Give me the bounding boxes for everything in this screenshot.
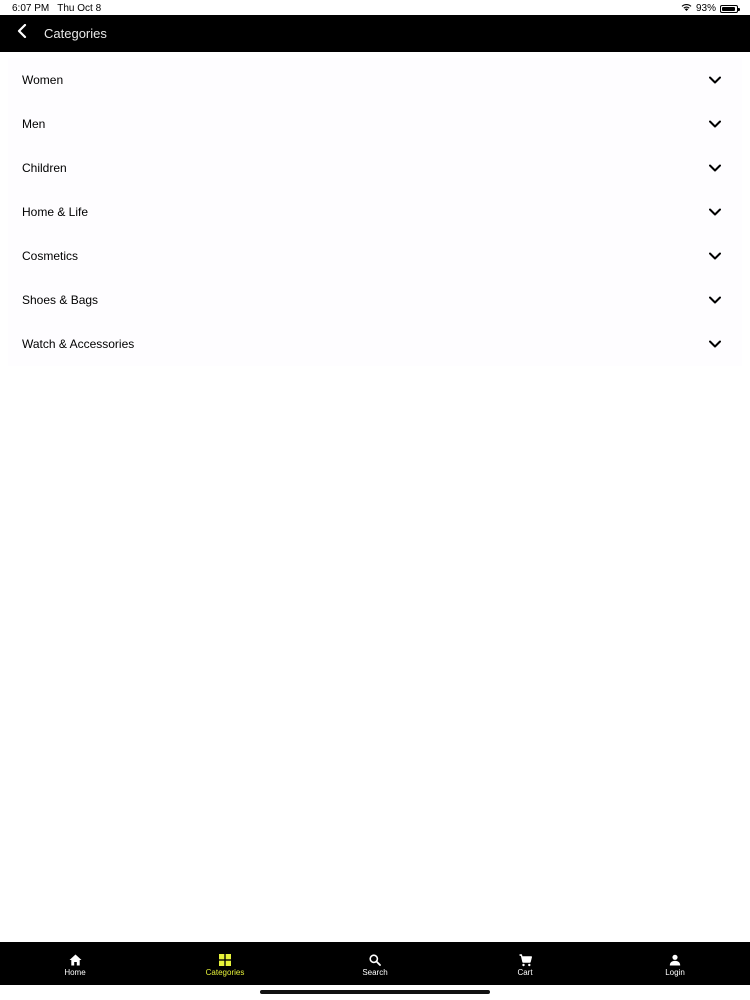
chevron-down-icon	[708, 337, 722, 351]
tab-label: Login	[665, 968, 685, 977]
chevron-down-icon	[708, 293, 722, 307]
tab-label: Home	[64, 968, 86, 977]
tab-label: Categories	[205, 968, 245, 977]
chevron-down-icon	[708, 117, 722, 131]
status-bar: 6:07 PM Thu Oct 8 93%	[0, 0, 750, 16]
wifi-icon	[681, 3, 692, 14]
chevron-down-icon	[708, 73, 722, 87]
category-item-shoes-bags[interactable]: Shoes & Bags	[8, 278, 742, 322]
tab-login[interactable]: Login	[600, 942, 750, 985]
grid-icon	[218, 953, 232, 967]
tab-label: Search	[362, 968, 388, 977]
home-icon	[68, 953, 82, 967]
user-icon	[668, 953, 682, 967]
category-item-men[interactable]: Men	[8, 102, 742, 146]
tab-categories[interactable]: Categories	[150, 942, 300, 985]
category-label: Children	[22, 161, 67, 175]
chevron-down-icon	[708, 161, 722, 175]
category-label: Cosmetics	[22, 249, 79, 263]
back-button[interactable]	[0, 15, 44, 52]
cart-icon	[518, 953, 532, 967]
tab-search[interactable]: Search	[300, 942, 450, 985]
tab-home[interactable]: Home	[0, 942, 150, 985]
chevron-down-icon	[708, 249, 722, 263]
battery-percent: 93%	[695, 3, 716, 14]
battery-icon	[720, 4, 740, 13]
category-label: Men	[22, 117, 46, 131]
category-label: Watch & Accessories	[22, 337, 135, 351]
tab-label: Cart	[517, 968, 533, 977]
category-label: Home & Life	[22, 205, 89, 219]
nav-header: Categories	[0, 15, 750, 52]
tab-cart[interactable]: Cart	[450, 942, 600, 985]
category-label: Women	[22, 73, 64, 87]
chevron-left-icon	[17, 23, 27, 43]
search-icon	[368, 953, 382, 967]
category-item-children[interactable]: Children	[8, 146, 742, 190]
chevron-down-icon	[708, 205, 722, 219]
status-time: 6:07 PM	[12, 3, 50, 14]
page-title: Categories	[44, 26, 107, 41]
category-item-cosmetics[interactable]: Cosmetics	[8, 234, 742, 278]
category-item-home-life[interactable]: Home & Life	[8, 190, 742, 234]
category-label: Shoes & Bags	[22, 293, 99, 307]
bottom-tab-bar: Home Categories Search Cart Login	[0, 942, 750, 985]
home-indicator[interactable]	[260, 990, 490, 994]
status-date: Thu Oct 8	[57, 3, 102, 14]
category-item-women[interactable]: Women	[8, 58, 742, 102]
category-item-watch-accessories[interactable]: Watch & Accessories	[8, 322, 742, 366]
category-list: Women Men Children Home & Life Cosmetics…	[8, 58, 742, 366]
